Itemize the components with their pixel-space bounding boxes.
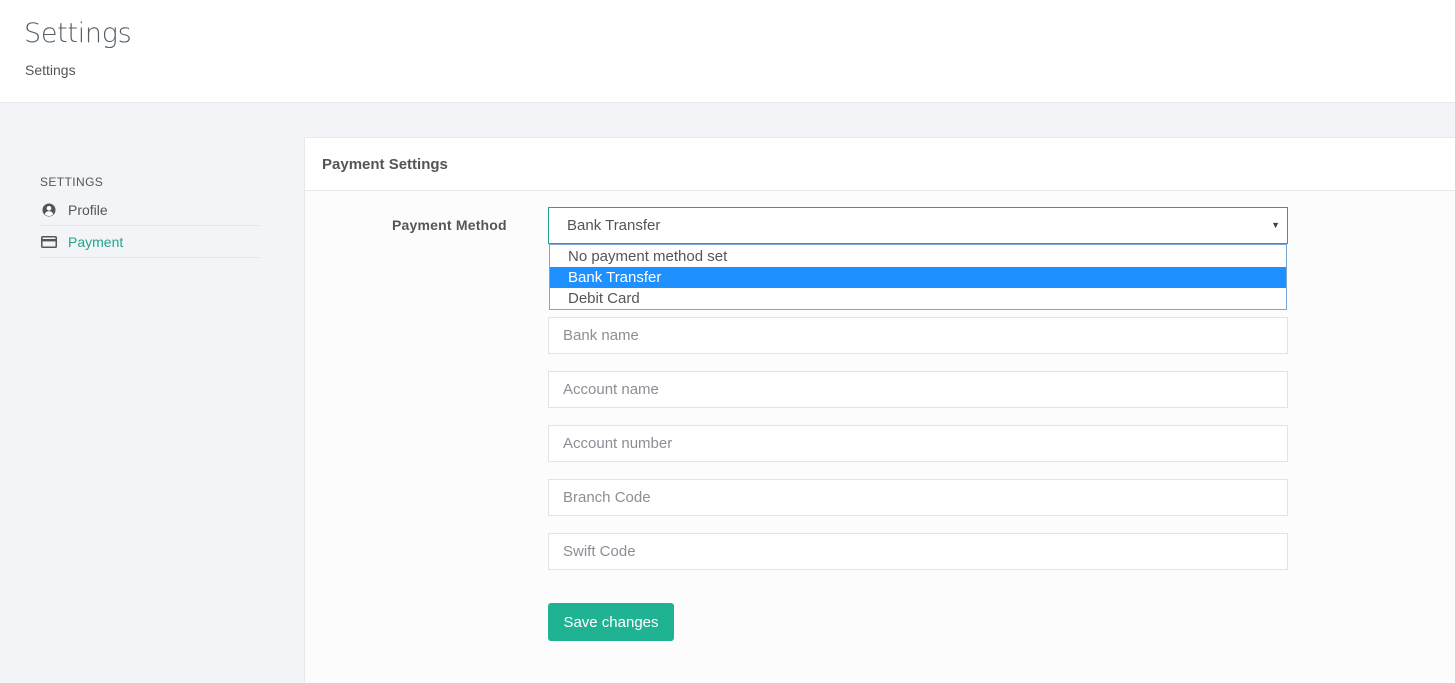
option-bank-transfer[interactable]: Bank Transfer [550, 267, 1286, 288]
credit-card-icon [41, 234, 57, 250]
caret-down-icon: ▼ [1271, 220, 1280, 230]
account-number-input[interactable] [548, 425, 1288, 462]
page-header: Settings Settings [0, 0, 1455, 103]
bank-name-input[interactable] [548, 317, 1288, 354]
sidebar-item-label: Payment [68, 233, 124, 250]
user-circle-icon [41, 202, 57, 218]
settings-sidebar: SETTINGS Profile Payment [40, 174, 260, 258]
save-changes-button[interactable]: Save changes [548, 603, 674, 641]
payment-method-select[interactable]: Bank Transfer ▼ [548, 207, 1288, 244]
sidebar-item-profile[interactable]: Profile [40, 194, 260, 226]
page-title: Settings [24, 18, 132, 49]
payment-settings-panel: Payment Settings Payment Method Bank Tra… [304, 137, 1455, 683]
payment-method-selected-value: Bank Transfer [567, 217, 661, 234]
option-debit-card[interactable]: Debit Card [550, 288, 1286, 309]
sidebar-item-payment[interactable]: Payment [40, 226, 260, 258]
swift-code-input[interactable] [548, 533, 1288, 570]
panel-title: Payment Settings [305, 138, 1455, 191]
payment-method-dropdown: No payment method set Bank Transfer Debi… [549, 244, 1287, 310]
option-no-payment-method[interactable]: No payment method set [550, 246, 1286, 267]
branch-code-input[interactable] [548, 479, 1288, 516]
sidebar-heading: SETTINGS [40, 175, 104, 189]
payment-method-label: Payment Method [392, 217, 507, 233]
sidebar-item-label: Profile [68, 201, 108, 218]
breadcrumb: Settings [25, 62, 76, 78]
account-name-input[interactable] [548, 371, 1288, 408]
